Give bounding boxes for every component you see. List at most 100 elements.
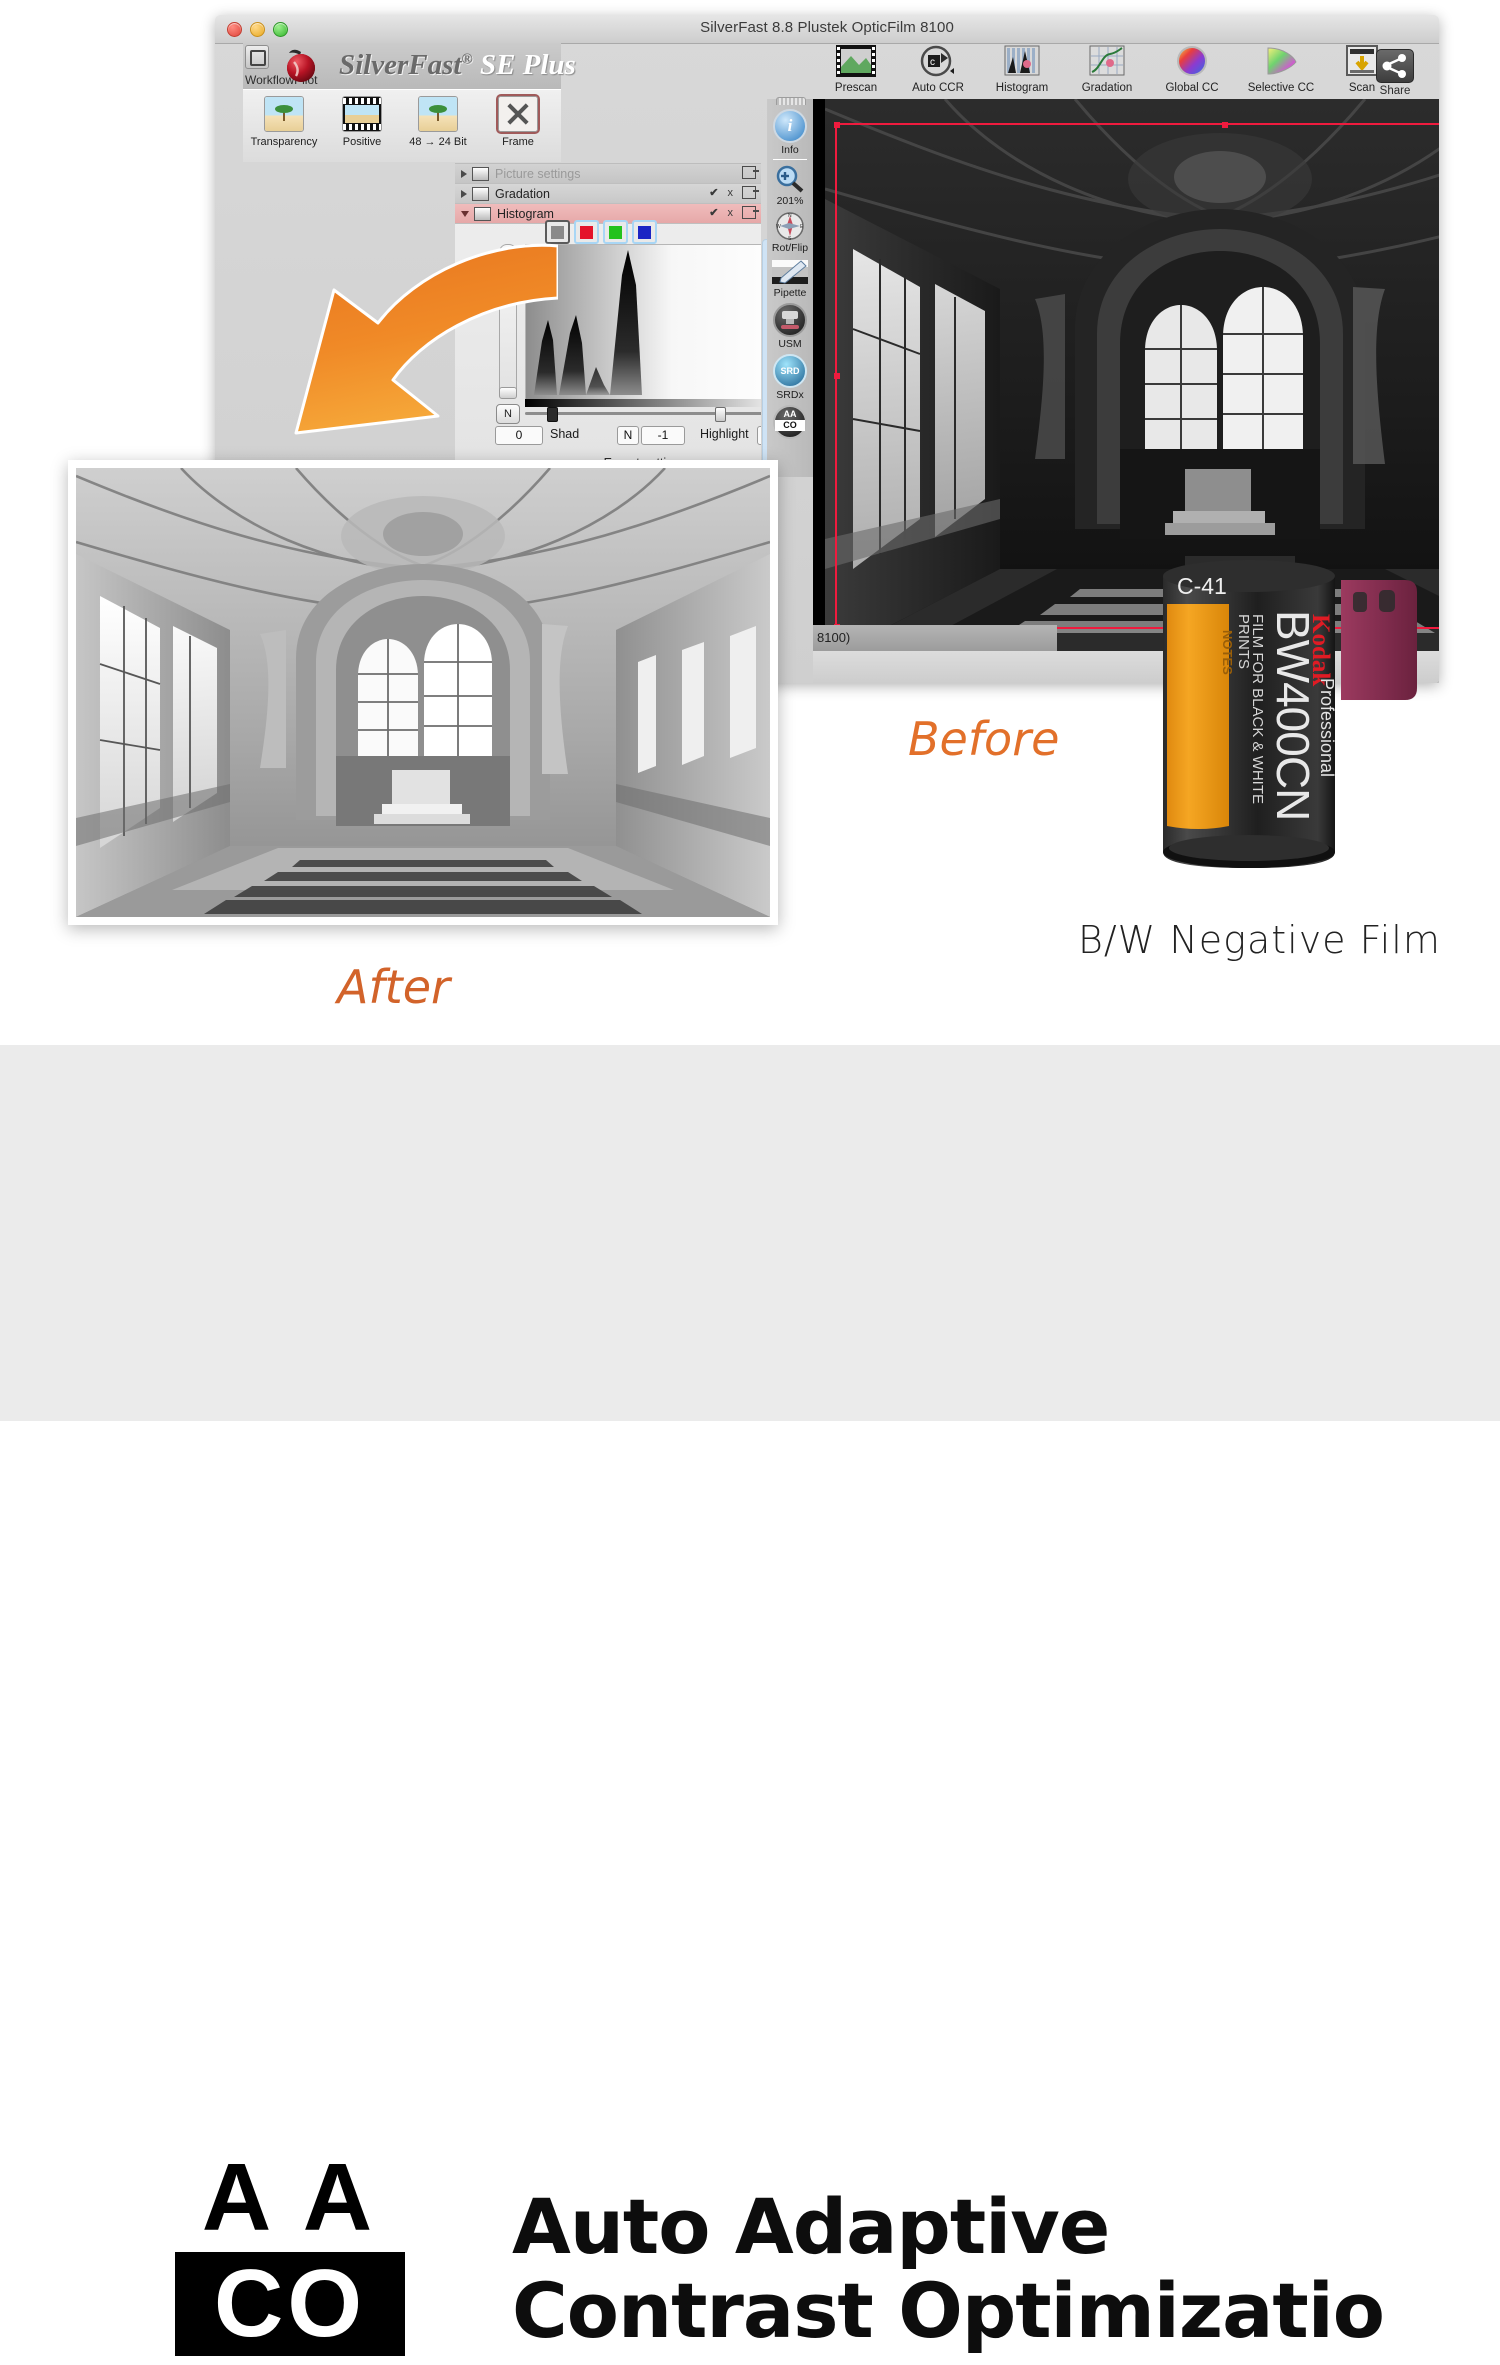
source-item-label: Frame [502,136,534,148]
auto-ccr-icon: c [920,45,954,77]
source-item-transparency[interactable]: Transparency [247,96,321,148]
channel-button-green[interactable] [603,220,628,244]
toolbar-button-selective-cc[interactable]: Selective CC [1237,45,1325,94]
apply-checkmark-icon[interactable]: ✔ [709,206,718,219]
vertical-tool-rail: i Info 201% N S W E Rot/Flip Pipette USM… [767,97,813,477]
toolbar-label: Global CC [1165,82,1219,94]
export-icon[interactable] [742,206,759,219]
tool-info[interactable]: i Info [767,109,813,156]
canister-tier-text: Professional [1317,678,1337,777]
workflow-pilot-button[interactable] [245,45,269,69]
registered-mark: ® [461,51,473,68]
shadow-knob[interactable] [547,407,558,422]
tool-label: SRDx [776,389,804,401]
tone-value-row: 0 Shad N -1 Highlight 182 [495,426,761,446]
srdx-icon: SRD [773,354,807,388]
magnifier-icon [776,165,804,193]
canister-product-text: BW400CN [1267,610,1319,820]
normalize-button[interactable]: N [496,404,520,424]
shadow-value-field[interactable]: 0 [495,426,543,445]
svg-text:c: c [930,57,935,68]
midtone-value-field[interactable]: -1 [641,426,685,445]
highlight-knob[interactable] [715,407,726,422]
aaco-banner: A A CO Auto Adaptive Contrast Optimizati… [0,1045,1500,2356]
before-label: Before [908,712,1060,766]
canister-descriptor-2: PRINTS [1235,614,1252,669]
share-button[interactable]: Share [1367,49,1423,97]
preview-image-after [75,467,771,917]
info-icon: i [773,109,807,143]
toolbar-button-histogram[interactable]: Histogram [983,45,1061,94]
channel-selector[interactable] [545,220,657,244]
highlight-value-field[interactable]: 182 [757,426,761,445]
histogram-plot[interactable] [525,244,761,401]
product-edition: SE Plus [472,49,576,81]
channel-button-blue[interactable] [632,220,657,244]
banner-heading-line1: Auto Adaptive [512,2182,1110,2271]
banner-heading-line2: Contrast Optimizatio [512,2266,1385,2355]
svg-text:N: N [788,213,792,219]
chevron-right-icon [461,169,467,178]
tool-pipette[interactable]: Pipette [767,258,813,299]
prescan-icon [836,45,876,77]
tool-usm[interactable]: USM [767,303,813,350]
highlight-label: Highlight [700,427,749,441]
channel-button-gray[interactable] [545,220,570,244]
tone-gradient-strip [525,399,761,407]
toolbar-label: Gradation [1081,82,1133,94]
panel-row-gradation[interactable]: Gradation ✔ x [455,184,761,204]
canister-process-text: C-41 [1177,573,1227,599]
share-icon [1376,49,1414,83]
export-icon[interactable] [742,166,759,179]
tool-aaco[interactable]: AA CO [767,405,813,439]
gradation-row-icon [472,186,489,201]
toolbar-label: Auto CCR [912,82,964,94]
source-item-label: 48 → 24 Bit [409,136,467,148]
svg-text:W: W [776,224,781,230]
source-item-frame[interactable]: Frame [481,94,555,148]
chevron-right-icon [461,189,467,198]
panel-row-label: Histogram [497,206,554,221]
toolbar-button-prescan[interactable]: Prescan [819,45,893,94]
apply-checkmark-icon[interactable]: ✔ [709,186,718,199]
midtone-mode-button[interactable]: N [617,426,639,445]
channel-button-red[interactable] [574,220,599,244]
silverfast-logo-icon [287,49,315,82]
product-title: SilverFast® SE Plus [339,49,576,82]
product-name: SilverFast [339,49,462,81]
rail-grip-handle[interactable] [776,97,806,105]
promo-area: SilverFast 8.8 Plustek OpticFilm 8100 Wo… [0,0,1500,1045]
histogram-row-icon [474,206,491,221]
panel-row-label: Gradation [495,186,550,201]
rail-divider [773,159,807,160]
shadow-highlight-slider[interactable] [525,407,761,422]
slider-knob[interactable] [499,387,517,399]
export-icon[interactable] [742,186,759,199]
filmstrip-icon [342,96,382,132]
shadow-label: Shad [550,427,580,441]
tool-srdx[interactable]: SRD SRDx [767,354,813,401]
tool-zoom[interactable]: 201% [767,164,813,207]
usm-icon [773,303,807,337]
reset-x-icon[interactable]: x [728,187,734,199]
reset-x-icon[interactable]: x [728,207,734,219]
toolbar-button-gradation[interactable]: Gradation [1067,45,1147,94]
toolbar-label: Prescan [834,82,878,94]
tool-rotate-flip[interactable]: N S W E Rot/Flip [767,211,813,254]
preview-status-bar: 8100) [813,625,1057,651]
window-stack-icon [250,50,266,66]
toolbar-button-global-cc[interactable]: Global CC [1153,45,1231,94]
source-item-bitdepth[interactable]: 48 → 24 Bit [401,96,475,148]
source-item-label: Positive [342,136,382,148]
histogram-icon [1004,45,1040,76]
panel-row-label: Picture settings [495,166,581,181]
aaco-logo-top: A A [201,2144,379,2251]
panel-row-picture-settings[interactable]: Picture settings [455,164,761,184]
source-item-positive[interactable]: Positive [325,96,399,148]
histogram-vertical-slider[interactable] [499,244,517,399]
tool-label: Rot/Flip [771,242,809,254]
tool-label: Info [781,144,799,156]
toolbar-label: Selective CC [1247,82,1315,94]
toolbar-button-auto-ccr[interactable]: c Auto CCR [899,45,977,94]
chevron-down-icon [461,210,469,217]
